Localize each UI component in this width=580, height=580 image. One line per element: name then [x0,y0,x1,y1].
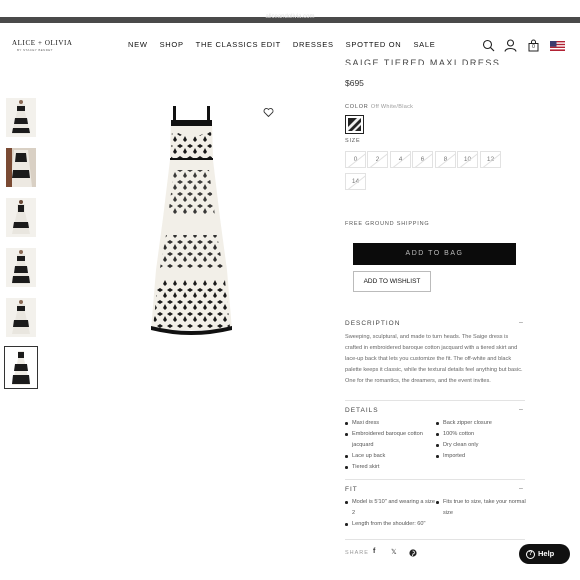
product-price: $695 [345,78,364,88]
add-to-wishlist-button[interactable]: ADD TO WISHLIST [353,271,431,292]
details-list-left: Maxi dress Embroidered baroque cotton ja… [345,418,435,473]
cart-count: 0 [532,44,535,50]
list-item: Imported [436,451,526,462]
add-to-bag-button[interactable]: ADD TO BAG [353,243,516,265]
details-collapse-icon[interactable]: – [519,406,523,413]
size-option-6[interactable]: 6 [412,151,433,168]
help-icon: ? [526,550,535,559]
x-icon[interactable]: 𝕏 [391,548,397,556]
list-item: 100% cotton [436,429,526,440]
facebook-icon[interactable]: f [373,548,375,555]
color-value: Off White/Black [370,104,414,110]
shipping-note: FREE GROUND SHIPPING [345,221,430,227]
url-text: aliceandolivia.com [265,14,315,20]
brand-logo[interactable]: ALICE + OLIVIA [12,39,73,47]
list-item: Lace up back [345,451,435,462]
divider [345,400,525,401]
nav-item-sale[interactable]: SALE [413,40,435,49]
product-main-image[interactable] [140,100,245,338]
list-item: Dry clean only [436,440,526,451]
wishlist-heart-icon[interactable] [263,107,274,118]
thumbnail-6[interactable] [4,346,38,389]
pinterest-icon[interactable] [409,549,417,557]
nav-item-spotted-on[interactable]: SPOTTED ON [346,40,402,49]
fit-collapse-icon[interactable]: – [519,485,523,492]
list-item: Maxi dress [345,418,435,429]
brand-logo-sub: BY STACEY BENDET [17,48,53,52]
thumbnail-2[interactable] [6,148,36,187]
fit-list-right: Fits true to size, take your normal size [436,497,526,519]
nav-item-classics-edit[interactable]: THE CLASSICS EDIT [196,40,281,49]
nav-item-new[interactable]: NEW [128,40,148,49]
size-option-14[interactable]: 14 [345,173,366,190]
fit-heading[interactable]: FIT [345,486,358,493]
product-title: SAIGE TIERED MAXI DRESS [345,58,501,65]
nav-item-shop[interactable]: SHOP [160,40,184,49]
color-label-row: COLOR Off White/Black [345,104,413,110]
size-option-4[interactable]: 4 [390,151,411,168]
nav-item-dresses[interactable]: DRESSES [293,40,334,49]
description-text: Sweeping, sculptural, and made to turn h… [345,334,523,384]
list-item: Fits true to size, take your normal size [436,497,526,519]
size-option-2[interactable]: 2 [367,151,388,168]
color-label: COLOR [345,104,369,110]
list-item: Model is 5'10" and wearing a size 2 [345,497,435,519]
share-label: SHARE [345,550,369,556]
list-item: Length from the shoulder: 60" [345,519,435,530]
details-heading[interactable]: DETAILS [345,407,379,414]
size-option-10[interactable]: 10 [457,151,478,168]
list-item: Embroidered baroque cotton jacquard [345,429,435,451]
main-nav: NEW SHOP THE CLASSICS EDIT DRESSES SPOTT… [128,40,447,49]
list-item: Back zipper closure [436,418,526,429]
thumbnail-4[interactable] [6,248,36,287]
description-collapse-icon[interactable]: – [519,319,523,326]
list-item: Tiered skirt [345,462,435,473]
divider [345,539,525,540]
size-option-8[interactable]: 8 [435,151,456,168]
details-list-right: Back zipper closure 100% cotton Dry clea… [436,418,526,462]
size-option-0[interactable]: 0 [345,151,366,168]
search-icon[interactable] [482,39,495,52]
help-button[interactable]: ? Help [519,544,570,564]
divider [345,479,525,480]
thumbnail-3[interactable] [6,198,36,237]
description-heading[interactable]: DESCRIPTION [345,320,400,327]
help-label: Help [538,549,555,558]
fit-list-left: Model is 5'10" and wearing a size 2 Leng… [345,497,435,530]
size-label: SIZE [345,138,361,144]
thumbnail-1[interactable] [6,98,36,137]
color-swatch-off-white-black[interactable] [345,115,364,134]
account-icon[interactable] [504,39,517,52]
flag-icon[interactable] [550,41,565,51]
thumbnail-5[interactable] [6,298,36,337]
size-option-12[interactable]: 12 [480,151,501,168]
